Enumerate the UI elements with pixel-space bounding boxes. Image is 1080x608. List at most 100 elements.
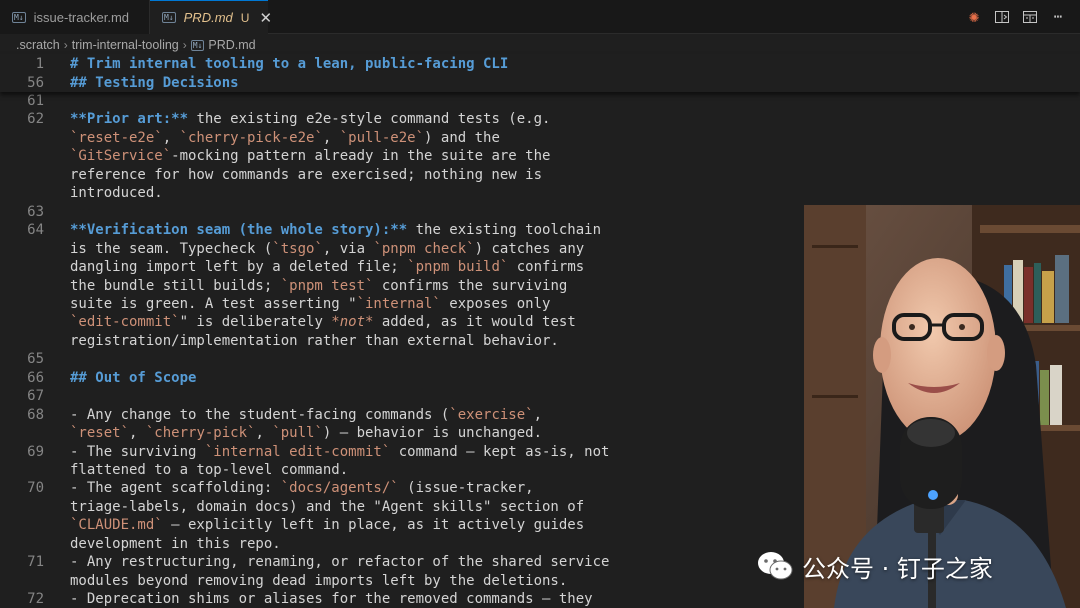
sticky-line[interactable]: 1 # Trim internal tooling to a lean, publ…: [0, 55, 1080, 73]
text-token: ,: [322, 129, 340, 146]
line-text[interactable]: ## Testing Decisions: [70, 74, 239, 92]
line-text[interactable]: introduced.: [70, 184, 163, 202]
line-number: 56: [27, 74, 44, 91]
watermark-text: 公众号 · 钉子之家: [802, 554, 993, 583]
line-text[interactable]: `reset`, `cherry-pick`, `pull`) — behavi…: [70, 424, 542, 442]
line-text[interactable]: `edit-commit`" is deliberately *not* add…: [70, 313, 576, 331]
text-token: the existing toolchain: [407, 222, 602, 239]
line-text[interactable]: modules beyond removing dead imports lef…: [70, 572, 567, 590]
text-token: confirms: [508, 259, 585, 276]
text-token: ) and the: [424, 129, 500, 146]
text-token: ,: [129, 425, 146, 442]
line-text[interactable]: `CLAUDE.md` — explicitly left in place, …: [70, 516, 584, 534]
line-text[interactable]: suite is green. A test asserting "`inter…: [70, 295, 550, 313]
editor-line[interactable]: `reset-e2e`, `cherry-pick-e2e`, `pull-e2…: [0, 129, 1080, 147]
untracked-badge: U: [240, 10, 250, 25]
inline-code-token: `pull-e2e`: [339, 129, 425, 146]
inline-code-token: `pull`: [272, 425, 323, 442]
line-number: 64: [27, 222, 44, 239]
line-text[interactable]: - Deprecation shims or aliases for the r…: [70, 590, 593, 608]
line-text[interactable]: `GitService`-mocking pattern already in …: [70, 147, 550, 165]
markdown-file-icon: M↓: [162, 12, 176, 23]
breadcrumb-item-folder[interactable]: trim-internal-tooling: [72, 38, 179, 52]
line-text[interactable]: is the seam. Typecheck (`tsgo`, via `pnp…: [70, 240, 584, 258]
chevron-right-icon: ›: [182, 38, 187, 52]
line-number: 67: [27, 388, 44, 405]
text-token: dangling import left by a deleted file;: [70, 259, 408, 276]
line-number: 63: [27, 203, 44, 220]
line-text[interactable]: **Verification seam (the whole story):**…: [70, 221, 601, 239]
line-number: 72: [27, 591, 44, 608]
text-token: - Any change to the student-facing comma…: [70, 406, 450, 423]
line-number: 65: [27, 351, 44, 368]
breadcrumb-item-file[interactable]: PRD.md: [208, 38, 255, 52]
tab-issue-tracker[interactable]: M↓ issue-tracker.md: [0, 0, 150, 34]
line-text[interactable]: `reset-e2e`, `cherry-pick-e2e`, `pull-e2…: [70, 129, 500, 147]
text-token: suite is green. A test asserting ": [70, 295, 357, 312]
more-actions-icon[interactable]: ⋯: [1050, 9, 1066, 25]
line-text[interactable]: - Any restructuring, renaming, or refact…: [70, 553, 609, 571]
inline-code-token: `reset`: [70, 425, 130, 442]
line-text[interactable]: triage-labels, domain docs) and the "Age…: [70, 498, 584, 516]
breadcrumb: .scratch › trim-internal-tooling › M↓ PR…: [0, 35, 1080, 55]
line-text[interactable]: - The surviving `internal edit-commit` c…: [70, 443, 609, 461]
inline-code-token: `reset-e2e`: [70, 129, 163, 146]
sticky-line[interactable]: 56 ## Testing Decisions: [0, 74, 1080, 92]
text-token: added, as it would test: [373, 314, 576, 331]
text-token: ,: [255, 425, 273, 442]
text-token: — explicitly left in place, as it active…: [162, 517, 585, 534]
inline-code-token: `cherry-pick-e2e`: [179, 129, 323, 146]
line-number: 1: [35, 56, 44, 72]
text-token: (issue-tracker,: [398, 480, 534, 497]
text-token: command — kept as-is, not: [390, 443, 610, 460]
line-text[interactable]: development in this repo.: [70, 535, 281, 553]
text-token: - The surviving: [70, 443, 205, 460]
line-number: 70: [27, 480, 44, 497]
line-text[interactable]: flattened to a top-level command.: [70, 461, 348, 479]
line-number: 71: [27, 554, 44, 571]
line-text[interactable]: - The agent scaffolding: `docs/agents/` …: [70, 479, 534, 497]
claude-spark-icon[interactable]: ✺: [966, 7, 982, 27]
line-number: 68: [27, 406, 44, 423]
markdown-heading: # Trim internal tooling to a lean, publi…: [70, 56, 509, 72]
line-text[interactable]: # Trim internal tooling to a lean, publi…: [70, 55, 508, 73]
line-text[interactable]: ## Out of Scope: [70, 369, 196, 387]
editor-line[interactable]: introduced.: [0, 184, 1080, 202]
line-text[interactable]: dangling import left by a deleted file; …: [70, 258, 584, 276]
split-editor-icon[interactable]: [1022, 9, 1038, 25]
line-number: 66: [27, 369, 44, 386]
markdown-heading: ## Out of Scope: [70, 369, 197, 386]
text-token: ,: [162, 129, 180, 146]
line-number: 69: [27, 443, 44, 460]
inline-code-token: `cherry-pick`: [145, 425, 256, 442]
line-text[interactable]: - Any change to the student-facing comma…: [70, 406, 542, 424]
line-text[interactable]: reference for how commands are exercised…: [70, 166, 542, 184]
wechat-logo-icon: [758, 552, 793, 580]
editor-line[interactable]: 61: [0, 92, 1080, 110]
inline-code-token: `exercise`: [449, 406, 534, 423]
text-token: registration/implementation rather than …: [70, 332, 559, 349]
text-token: , via: [322, 240, 374, 257]
text-token: ) catches any: [474, 240, 585, 257]
inline-code-token: `internal edit-commit`: [204, 443, 391, 460]
chevron-right-icon: ›: [63, 38, 68, 52]
inline-code-token: `tsgo`: [272, 240, 323, 257]
breadcrumb-item-scratch[interactable]: .scratch: [16, 38, 60, 52]
editor-actions: ✺ ⋯: [966, 0, 1066, 34]
inline-code-token: `GitService`: [70, 148, 172, 165]
editor-line[interactable]: reference for how commands are exercised…: [0, 166, 1080, 184]
editor-line[interactable]: `GitService`-mocking pattern already in …: [0, 147, 1080, 165]
line-text[interactable]: the bundle still builds; `pnpm test` con…: [70, 277, 567, 295]
tab-prd[interactable]: M↓ PRD.md U ✕: [150, 0, 272, 34]
sticky-scroll-header[interactable]: 1 # Trim internal tooling to a lean, publ…: [0, 54, 1080, 92]
editor-line[interactable]: 62 **Prior art:** the existing e2e-style …: [0, 110, 1080, 128]
line-number: 61: [27, 93, 44, 109]
line-text[interactable]: **Prior art:** the existing e2e-style co…: [70, 110, 550, 128]
line-text[interactable]: registration/implementation rather than …: [70, 332, 559, 350]
open-preview-icon[interactable]: [994, 9, 1010, 25]
text-token: " is deliberately: [179, 314, 332, 331]
text-token: ,: [533, 406, 543, 423]
text-token: triage-labels, domain docs) and the "Age…: [70, 498, 585, 515]
close-icon[interactable]: ✕: [259, 9, 272, 27]
bold-token: **Verification seam (the whole story):**: [70, 222, 408, 239]
